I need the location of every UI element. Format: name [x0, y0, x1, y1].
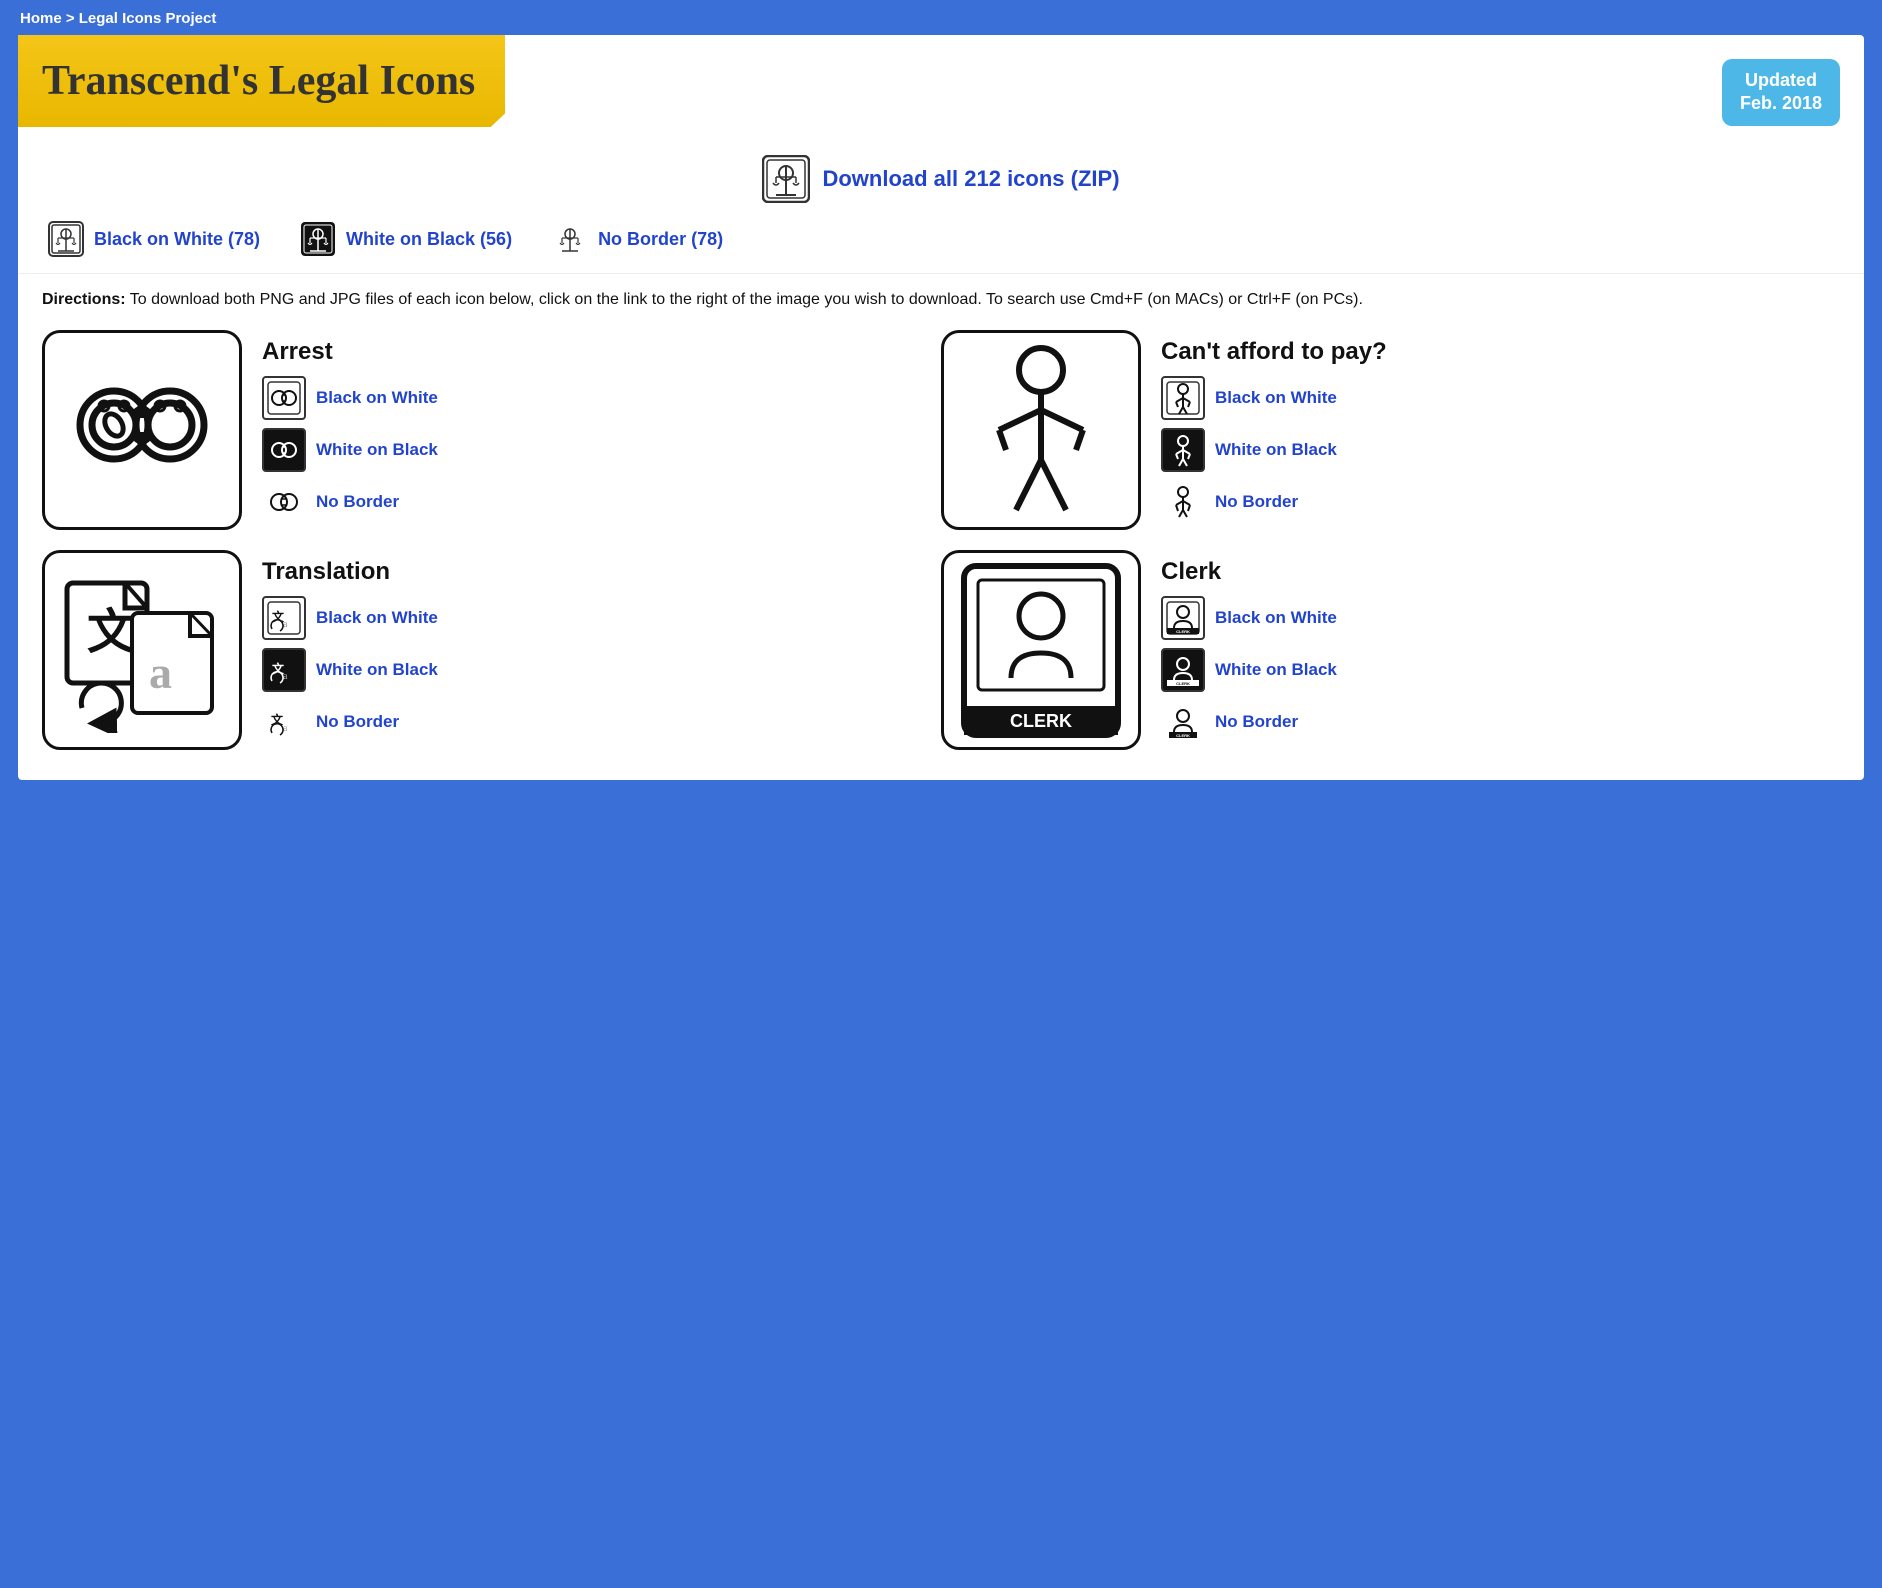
cant-afford-wob-label: White on Black	[1215, 440, 1337, 460]
svg-text:a: a	[283, 723, 288, 734]
cant-afford-bow-label: Black on White	[1215, 388, 1337, 408]
wob-label: White on Black (56)	[346, 229, 512, 250]
svg-text:a: a	[283, 619, 288, 630]
clerk-svg: CLERK	[956, 558, 1126, 743]
translation-svg: 文 a	[57, 568, 227, 733]
translation-variants: 文 a Black on White 文	[262, 596, 941, 744]
cant-afford-nb-link[interactable]: No Border	[1161, 480, 1840, 524]
arrest-nb-label: No Border	[316, 492, 399, 512]
clerk-entry: CLERK Clerk	[941, 550, 1840, 750]
clerk-nb-link[interactable]: CLERK No Border	[1161, 700, 1840, 744]
cant-afford-nb-icon	[1161, 480, 1205, 524]
bow-scales-icon	[48, 221, 84, 257]
wob-scales-icon	[300, 221, 336, 257]
breadcrumb: Home > Legal Icons Project	[0, 0, 1882, 35]
cant-afford-wob-link[interactable]: White on Black	[1161, 428, 1840, 472]
translation-wob-link[interactable]: 文 a White on Black	[262, 648, 941, 692]
translation-nb-icon: 文 a	[262, 700, 306, 744]
arrest-title: Arrest	[262, 338, 941, 366]
cant-afford-nb-label: No Border	[1215, 492, 1298, 512]
arrest-wob-label: White on Black	[316, 440, 438, 460]
arrest-bow-icon	[262, 376, 306, 420]
svg-text:a: a	[149, 647, 172, 698]
clerk-nb-label: No Border	[1215, 712, 1298, 732]
clerk-wob-icon: CLERK	[1161, 648, 1205, 692]
nb-label: No Border (78)	[598, 229, 723, 250]
clerk-bow-label: Black on White	[1215, 608, 1337, 628]
translation-entry: 文 a	[42, 550, 941, 750]
svg-text:CLERK: CLERK	[1176, 629, 1190, 634]
wob-category-link[interactable]: White on Black (56)	[300, 221, 512, 257]
translation-bow-label: Black on White	[316, 608, 438, 628]
clerk-wob-label: White on Black	[1215, 660, 1337, 680]
download-all-link[interactable]: Download all 212 icons (ZIP)	[822, 166, 1119, 192]
arrest-nb-link[interactable]: No Border	[262, 480, 941, 524]
scales-icon	[762, 155, 810, 203]
translation-bow-link[interactable]: 文 a Black on White	[262, 596, 941, 640]
bow-label: Black on White (78)	[94, 229, 260, 250]
clerk-info: Clerk CLERK	[1161, 550, 1840, 744]
translation-info: Translation 文 a Black on	[262, 550, 941, 744]
translation-bow-icon: 文 a	[262, 596, 306, 640]
svg-text:a: a	[283, 671, 288, 682]
main-container: Transcend's Legal Icons Updated Feb. 201…	[0, 35, 1882, 798]
clerk-bow-icon: CLERK	[1161, 596, 1205, 640]
download-section: Download all 212 icons (ZIP)	[18, 137, 1864, 213]
content-box: Transcend's Legal Icons Updated Feb. 201…	[18, 35, 1864, 780]
clerk-title: Clerk	[1161, 558, 1840, 586]
translation-nb-link[interactable]: 文 a No Border	[262, 700, 941, 744]
nb-scales-icon	[552, 221, 588, 257]
clerk-variants: CLERK Black on White	[1161, 596, 1840, 744]
arrest-large-icon	[42, 330, 242, 530]
arrest-wob-link[interactable]: White on Black	[262, 428, 941, 472]
translation-title: Translation	[262, 558, 941, 586]
bow-category-link[interactable]: Black on White (78)	[48, 221, 260, 257]
clerk-wob-link[interactable]: CLERK White on Black	[1161, 648, 1840, 692]
header-section: Transcend's Legal Icons Updated Feb. 201…	[18, 35, 1864, 127]
svg-text:文: 文	[87, 606, 135, 659]
nb-category-link[interactable]: No Border (78)	[552, 221, 723, 257]
cant-afford-variants: Black on White	[1161, 376, 1840, 524]
cant-afford-wob-icon	[1161, 428, 1205, 472]
cant-afford-entry: Can't afford to pay?	[941, 330, 1840, 530]
arrest-info: Arrest	[262, 330, 941, 524]
svg-text:CLERK: CLERK	[1176, 681, 1190, 686]
cant-afford-large-icon	[941, 330, 1141, 530]
arrest-entry: Arrest	[42, 330, 941, 530]
page-title: Transcend's Legal Icons	[42, 57, 475, 105]
directions-text: Directions: To download both PNG and JPG…	[18, 288, 1864, 330]
svg-text:CLERK: CLERK	[1176, 733, 1190, 738]
icons-grid: Arrest	[18, 330, 1864, 750]
category-links: Black on White (78) White on Black (56)	[18, 213, 1864, 274]
clerk-large-icon: CLERK	[941, 550, 1141, 750]
cant-afford-bow-link[interactable]: Black on White	[1161, 376, 1840, 420]
arrest-nb-icon	[262, 480, 306, 524]
cant-afford-title: Can't afford to pay?	[1161, 338, 1840, 366]
clerk-nb-icon: CLERK	[1161, 700, 1205, 744]
handcuffs-svg	[62, 350, 222, 510]
updated-badge: Updated Feb. 2018	[1722, 59, 1840, 126]
arrest-bow-link[interactable]: Black on White	[262, 376, 941, 420]
translation-wob-icon: 文 a	[262, 648, 306, 692]
translation-large-icon: 文 a	[42, 550, 242, 750]
cant-afford-bow-icon	[1161, 376, 1205, 420]
arrest-wob-icon	[262, 428, 306, 472]
cant-afford-svg	[961, 340, 1121, 520]
translation-wob-label: White on Black	[316, 660, 438, 680]
arrest-bow-label: Black on White	[316, 388, 438, 408]
svg-text:CLERK: CLERK	[1010, 711, 1072, 731]
arrest-variants: Black on White	[262, 376, 941, 524]
title-banner: Transcend's Legal Icons	[18, 35, 505, 127]
cant-afford-info: Can't afford to pay?	[1161, 330, 1840, 524]
translation-nb-label: No Border	[316, 712, 399, 732]
clerk-bow-link[interactable]: CLERK Black on White	[1161, 596, 1840, 640]
